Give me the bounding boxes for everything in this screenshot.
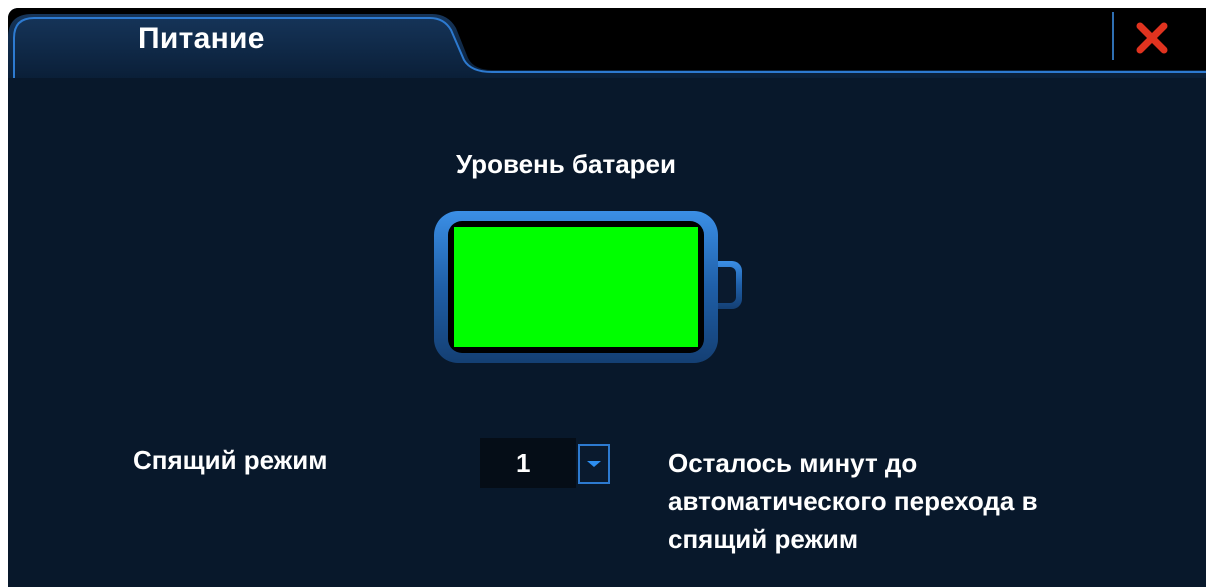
sleep-description-line: Осталось минут до	[668, 448, 918, 478]
close-icon	[1136, 22, 1168, 54]
sleep-mode-label: Спящий режим	[133, 445, 328, 475]
sleep-minutes-value[interactable]: 1	[480, 438, 576, 488]
battery-icon	[434, 211, 742, 363]
close-button[interactable]	[1130, 16, 1174, 60]
titlebar-divider	[1112, 12, 1114, 60]
sleep-description: Осталось минут до автоматического перехо…	[668, 444, 1206, 558]
tab-power[interactable]: Питание	[138, 22, 265, 56]
battery-level-title: Уровень батареи	[456, 149, 676, 179]
chevron-down-icon	[587, 461, 601, 467]
sleep-description-line: автоматического перехода в	[668, 486, 1038, 516]
power-settings-window: Питание Уровень батареи Спящий режим 1 О…	[8, 8, 1206, 587]
dropdown-button[interactable]	[578, 444, 610, 484]
sleep-description-line: спящий режим	[668, 524, 859, 554]
sleep-minutes-select[interactable]: 1	[480, 436, 614, 490]
battery-fill	[454, 227, 698, 347]
